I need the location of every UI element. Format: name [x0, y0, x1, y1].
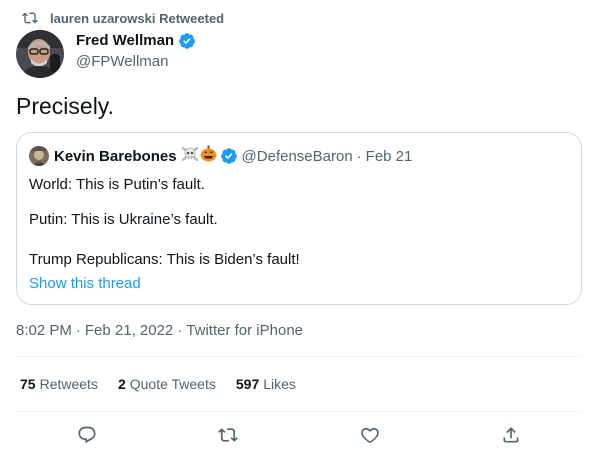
- tweet-source[interactable]: Twitter for iPhone: [186, 322, 303, 339]
- retweet-icon: [218, 425, 239, 450]
- quote-date[interactable]: Feb 21: [366, 148, 413, 165]
- quote-tweets-label: Quote Tweets: [129, 376, 216, 392]
- quote-tweets-stat[interactable]: 2 Quote Tweets: [118, 376, 216, 392]
- retweet-context: lauren uzarowski Retweeted: [22, 9, 224, 27]
- retweet-context-text[interactable]: lauren uzarowski Retweeted: [50, 11, 224, 26]
- quote-verified-badge-icon: [220, 147, 238, 165]
- quote-header: Kevin Barebones @DefenseBaron · Feb 21: [29, 145, 413, 167]
- share-icon: [501, 425, 521, 450]
- retweets-count: 75: [20, 376, 36, 392]
- like-icon: [360, 425, 380, 450]
- retweet-icon: [22, 10, 38, 26]
- retweets-label: Retweets: [39, 376, 98, 392]
- tweet-text: Precisely.: [16, 93, 114, 119]
- quote-text-line: World: This is Putin’s fault.: [29, 176, 205, 193]
- jack-o-lantern-icon: [200, 145, 217, 167]
- engagement-stats: 75 Retweets 2 Quote Tweets 597 Likes: [20, 376, 296, 392]
- retweets-stat[interactable]: 75 Retweets: [20, 376, 98, 392]
- meta-separator: ·: [177, 322, 183, 339]
- tweet-date[interactable]: Feb 21, 2022: [85, 322, 173, 339]
- quote-tweet-card[interactable]: Kevin Barebones @DefenseBaron · Feb 21 W…: [16, 132, 582, 305]
- likes-label: Likes: [263, 376, 296, 392]
- quote-tweets-count: 2: [117, 376, 126, 392]
- retweet-button[interactable]: [211, 420, 245, 454]
- quote-display-name: Kevin Barebones: [54, 147, 177, 165]
- quote-separator: ·: [356, 147, 362, 165]
- verified-badge-icon: [178, 32, 196, 50]
- author-display-name[interactable]: Fred Wellman: [76, 31, 174, 51]
- meta-separator: ·: [75, 322, 81, 339]
- tweet-metadata: 8:02 PM · Feb 21, 2022 · Twitter for iPh…: [16, 322, 303, 339]
- quote-text-line: Trump Republicans: This is Biden’s fault…: [29, 251, 300, 268]
- likes-stat[interactable]: 597 Likes: [236, 376, 296, 392]
- like-button[interactable]: [353, 420, 387, 454]
- avatar[interactable]: [16, 30, 64, 78]
- tweet-time[interactable]: 8:02 PM: [16, 322, 72, 339]
- quote-name-emoji: [181, 145, 217, 167]
- share-button[interactable]: [494, 420, 528, 454]
- tweet-action-bar: [16, 420, 582, 454]
- show-thread-link[interactable]: Show this thread: [29, 274, 141, 294]
- tweet-author: Fred Wellman @FPWellman: [16, 30, 196, 78]
- skull-crossbones-icon: [181, 146, 199, 167]
- quote-handle: @DefenseBaron: [241, 147, 353, 165]
- reply-button[interactable]: [70, 420, 104, 454]
- divider: [16, 356, 582, 357]
- divider: [16, 411, 582, 412]
- quote-avatar: [29, 146, 49, 166]
- author-handle[interactable]: @FPWellman: [76, 52, 196, 72]
- likes-count: 597: [235, 376, 260, 392]
- reply-icon: [77, 425, 97, 450]
- quote-text-line: Putin: This is Ukraine’s fault.: [29, 211, 218, 228]
